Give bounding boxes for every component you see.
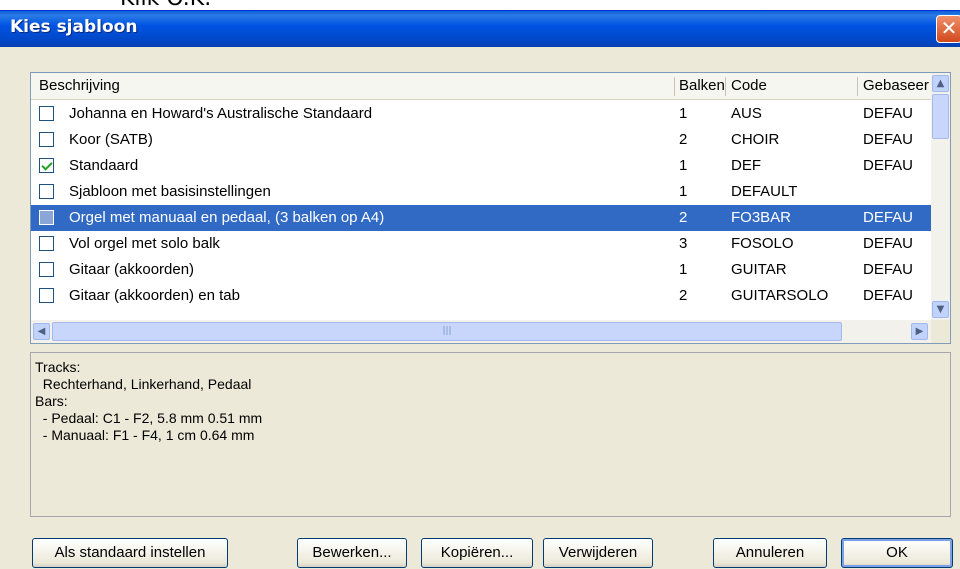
column-divider[interactable]	[725, 77, 726, 96]
details-line: - Manuaal: F1 - F4, 1 cm 0.64 mm	[35, 427, 255, 443]
copy-button[interactable]: Kopiëren...	[421, 538, 533, 568]
cell-beschrijving: Orgel met manuaal en pedaal, (3 balken o…	[69, 209, 385, 226]
arrow-right-icon: ▶	[915, 326, 924, 337]
cell-balken: 2	[679, 209, 688, 226]
arrow-up-icon: ▲	[936, 78, 945, 89]
column-header-code[interactable]: Code	[731, 73, 851, 99]
cell-balken: 1	[679, 183, 688, 200]
cell-balken: 3	[679, 235, 688, 252]
horizontal-scroll-thumb[interactable]: |||	[52, 322, 842, 341]
cell-balken: 1	[679, 157, 688, 174]
vertical-scrollbar[interactable]: ▲ ▼	[931, 73, 950, 320]
column-header-gebaseerd[interactable]: Gebaseerd	[863, 73, 929, 99]
scroll-down-button[interactable]: ▼	[932, 301, 949, 318]
dialog-window: Kies sjabloon ✕ Beschrijving Balken Code…	[0, 10, 960, 569]
cell-beschrijving: Gitaar (akkoorden) en tab	[69, 287, 240, 304]
column-header-balken[interactable]: Balken	[679, 73, 724, 99]
details-line: Tracks:	[35, 359, 81, 375]
table-row[interactable]: Johanna en Howard's Australische Standaa…	[31, 101, 931, 127]
cell-code: GUITAR	[731, 261, 787, 278]
cell-code: CHOIR	[731, 131, 780, 148]
table-row[interactable]: Vol orgel met solo balk 3 FOSOLO DEFAU	[31, 231, 931, 257]
cell-beschrijving: Gitaar (akkoorden)	[69, 261, 195, 278]
grip-icon: |||	[442, 326, 452, 336]
cell-code: FOSOLO	[731, 235, 794, 252]
row-checkbox[interactable]	[39, 132, 54, 147]
cell-code: DEFAULT	[731, 183, 798, 200]
title-bar: Kies sjabloon ✕	[0, 11, 960, 47]
column-header-beschrijving[interactable]: Beschrijving	[39, 73, 669, 99]
scroll-right-button[interactable]: ▶	[911, 323, 928, 340]
arrow-left-icon: ◀	[37, 326, 46, 337]
set-default-button[interactable]: Als standaard instellen	[32, 538, 228, 568]
cell-balken: 1	[679, 261, 688, 278]
cell-gebaseerd	[863, 179, 931, 205]
table-row[interactable]: Koor (SATB) 2 CHOIR DEFAU	[31, 127, 931, 153]
cell-gebaseerd: DEFAU	[863, 157, 914, 174]
details-line: Rechterhand, Linkerhand, Pedaal	[35, 376, 252, 392]
close-button[interactable]: ✕	[936, 15, 960, 43]
row-checkbox[interactable]	[39, 184, 54, 199]
cell-balken: 1	[679, 105, 688, 122]
cell-beschrijving: Sjabloon met basisinstellingen	[69, 183, 271, 200]
cell-beschrijving: Vol orgel met solo balk	[69, 235, 220, 252]
scroll-left-button[interactable]: ◀	[33, 323, 50, 340]
cell-code: GUITARSOLO	[731, 287, 829, 304]
cell-gebaseerd: DEFAU	[863, 261, 914, 278]
cell-code: DEF	[731, 157, 761, 174]
cell-beschrijving: Johanna en Howard's Australische Standaa…	[69, 105, 373, 122]
list-header: Beschrijving Balken Code Gebaseerd	[31, 73, 931, 100]
vertical-scroll-thumb[interactable]	[932, 94, 949, 139]
row-checkbox[interactable]	[39, 236, 54, 251]
template-list[interactable]: Beschrijving Balken Code Gebaseerd Johan…	[30, 72, 951, 344]
table-row[interactable]: Gitaar (akkoorden) en tab 2 GUITARSOLO DEFA…	[31, 283, 931, 309]
table-row[interactable]: Standaard 1 DEF DEFAU	[31, 153, 931, 179]
column-divider[interactable]	[857, 77, 858, 96]
cell-code: FO3BAR	[731, 209, 792, 226]
cell-gebaseerd: DEFAU	[863, 235, 914, 252]
row-checkbox[interactable]	[39, 262, 54, 277]
cell-beschrijving: Standaard	[69, 157, 139, 174]
details-line: Bars:	[35, 393, 68, 409]
edit-button[interactable]: Bewerken...	[297, 538, 407, 568]
table-row[interactable]: Gitaar (akkoorden) 1 GUITAR DEFAU	[31, 257, 931, 283]
cell-balken: 2	[679, 287, 688, 304]
row-checkbox[interactable]	[39, 106, 54, 121]
dialog-title: Kies sjabloon	[10, 17, 138, 37]
ok-button[interactable]: OK	[841, 538, 953, 568]
horizontal-scrollbar[interactable]: ◀ ||| ▶	[31, 320, 931, 343]
arrow-down-icon: ▼	[936, 304, 945, 315]
scroll-up-button[interactable]: ▲	[932, 75, 949, 92]
scroll-corner	[931, 320, 950, 343]
cell-gebaseerd: DEFAU	[863, 287, 914, 304]
cell-gebaseerd: DEFAU	[863, 105, 914, 122]
cell-balken: 2	[679, 131, 688, 148]
details-panel: Tracks: Rechterhand, Linkerhand, Pedaal …	[30, 352, 951, 517]
row-checkbox[interactable]	[39, 288, 54, 303]
table-row[interactable]: Sjabloon met basisinstellingen 1 DEFAULT	[31, 179, 931, 205]
table-row[interactable]: Orgel met manuaal en pedaal, (3 balken o…	[31, 205, 931, 231]
cancel-button[interactable]: Annuleren	[713, 538, 827, 568]
row-checkbox[interactable]	[39, 158, 54, 173]
cell-gebaseerd: DEFAU	[863, 209, 914, 226]
cell-code: AUS	[731, 105, 762, 122]
close-icon: ✕	[940, 16, 958, 40]
cell-beschrijving: Koor (SATB)	[69, 131, 153, 148]
row-checkbox[interactable]	[39, 210, 54, 225]
column-divider[interactable]	[674, 77, 675, 96]
cell-gebaseerd: DEFAU	[863, 131, 914, 148]
delete-button[interactable]: Verwijderen	[543, 538, 653, 568]
details-line: - Pedaal: C1 - F2, 5.8 mm 0.51 mm	[35, 410, 263, 426]
